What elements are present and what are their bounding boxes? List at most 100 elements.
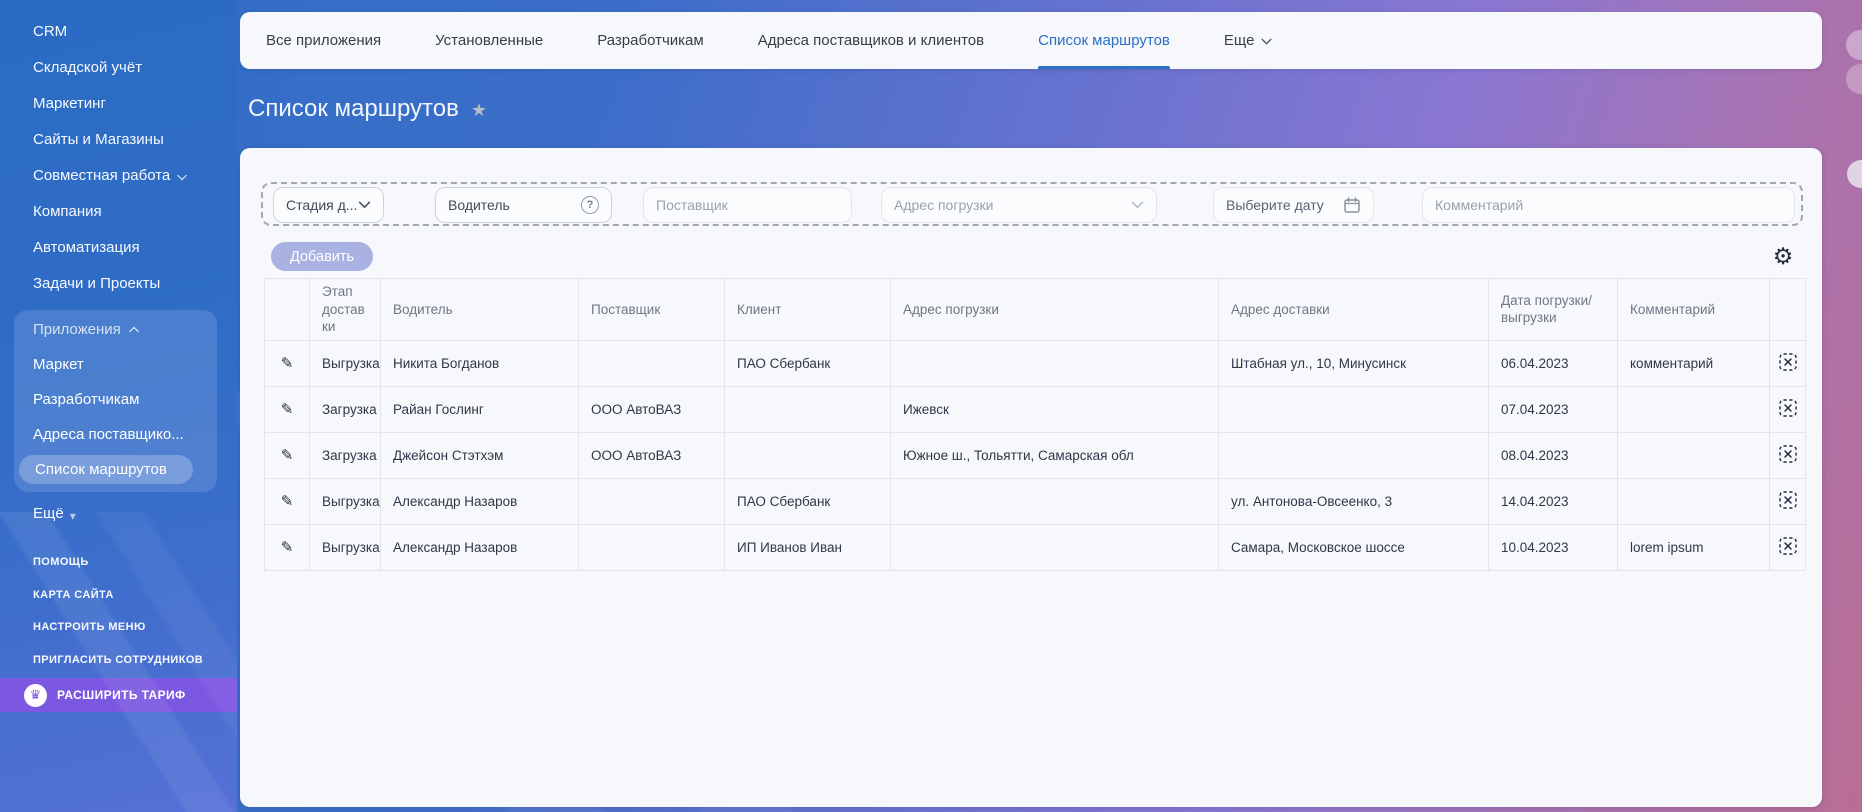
edge-widget-button[interactable] — [1846, 30, 1862, 60]
favorite-star-icon[interactable]: ★ — [471, 100, 487, 121]
date-filter[interactable]: Выберите дату — [1213, 187, 1374, 223]
header-delivery-address: Адрес доставки — [1219, 279, 1489, 341]
comment-filter — [1422, 187, 1795, 223]
edit-icon[interactable]: ✎ — [281, 354, 294, 372]
edge-widget-button[interactable] — [1846, 64, 1862, 94]
sidebar-item-crm[interactable]: CRM — [0, 14, 237, 50]
cell-client: ПАО Сбербанк — [725, 478, 891, 524]
sidebar-item-label: Компания — [33, 194, 102, 230]
sidebar-item-routes[interactable]: Список маршрутов — [19, 455, 193, 484]
content-panel: Стадия д... ? Адрес погрузки Выберите да… — [240, 148, 1822, 807]
customize-menu-link[interactable]: НАСТРОИТЬ МЕНЮ — [0, 611, 237, 644]
cell-stage: Выгрузка — [310, 524, 381, 570]
chevron-down-icon — [358, 201, 371, 209]
sidebar-item-developers[interactable]: Разработчикам — [14, 382, 217, 417]
sitemap-link[interactable]: КАРТА САЙТА — [0, 579, 237, 612]
cell-delivery-address — [1219, 386, 1489, 432]
edit-icon[interactable]: ✎ — [281, 400, 294, 418]
settings-gear-icon[interactable]: ⚙ — [1767, 240, 1799, 272]
delete-icon[interactable] — [1778, 536, 1798, 556]
cell-driver: Александр Назаров — [381, 524, 579, 570]
cell-client: ПАО Сбербанк — [725, 340, 891, 386]
stage-filter[interactable]: Стадия д... — [273, 187, 384, 223]
sidebar-item-collaboration[interactable]: Совместная работа — [0, 158, 237, 194]
sidebar-item-company[interactable]: Компания — [0, 194, 237, 230]
cell-driver: Райан Гослинг — [381, 386, 579, 432]
invite-employees-link[interactable]: ПРИГЛАСИТЬ СОТРУДНИКОВ — [0, 644, 237, 677]
sidebar-item-more[interactable]: Ещё ▾ — [0, 497, 237, 531]
header-delete-column — [1770, 279, 1806, 341]
sidebar-item-market[interactable]: Маркет — [14, 347, 217, 382]
tab-installed[interactable]: Установленные — [435, 12, 543, 69]
header-comment: Комментарий — [1618, 279, 1770, 341]
table-row[interactable]: ✎ Загрузка Райан Гослинг ООО АвтоВАЗ Иже… — [265, 386, 1806, 432]
edit-icon[interactable]: ✎ — [281, 492, 294, 510]
page-title-text: Список маршрутов — [248, 95, 459, 123]
sidebar-item-sites[interactable]: Сайты и Магазины — [0, 122, 237, 158]
table-row[interactable]: ✎ Выгрузка Никита Богданов ПАО Сбербанк … — [265, 340, 1806, 386]
sidebar-item-addresses[interactable]: Адреса поставщико... — [14, 417, 217, 452]
table-header-row: Этап доставки Водитель Поставщик Клиент … — [265, 279, 1806, 341]
tab-more[interactable]: Еще — [1224, 12, 1273, 69]
sidebar-item-label: Разработчикам — [33, 391, 139, 408]
tab-routes[interactable]: Список маршрутов — [1038, 12, 1170, 69]
cell-driver: Никита Богданов — [381, 340, 579, 386]
sidebar-item-label: Задачи и Проекты — [33, 266, 160, 302]
table-row[interactable]: ✎ Выгрузка Александр Назаров ПАО Сбербан… — [265, 478, 1806, 524]
upgrade-plan-button[interactable]: ♛ РАСШИРИТЬ ТАРИФ — [0, 678, 237, 712]
load-address-filter[interactable]: Адрес погрузки — [881, 187, 1157, 223]
sidebar-apps-group: Приложения Маркет Разработчикам Адреса п… — [14, 310, 217, 492]
group-header-label: Приложения — [33, 312, 121, 347]
cell-client: ИП Иванов Иван — [725, 524, 891, 570]
cell-driver: Джейсон Стэтхэм — [381, 432, 579, 478]
cell-delivery-address — [1219, 432, 1489, 478]
help-icon[interactable]: ? — [581, 196, 599, 214]
cell-date: 08.04.2023 — [1489, 432, 1618, 478]
chevron-down-icon — [177, 174, 187, 181]
delete-icon[interactable] — [1778, 444, 1798, 464]
edit-icon[interactable]: ✎ — [281, 538, 294, 556]
edit-icon[interactable]: ✎ — [281, 446, 294, 464]
supplier-filter-input[interactable] — [656, 197, 839, 213]
delete-icon[interactable] — [1778, 352, 1798, 372]
sidebar-item-tasks[interactable]: Задачи и Проекты — [0, 266, 237, 302]
cell-client — [725, 432, 891, 478]
sidebar-item-label: CRM — [33, 14, 67, 50]
tab-developers[interactable]: Разработчикам — [597, 12, 703, 69]
help-link[interactable]: ПОМОЩЬ — [0, 546, 237, 579]
chevron-up-icon — [129, 326, 139, 333]
tab-label: Все приложения — [266, 32, 381, 49]
edge-widget-button[interactable] — [1847, 160, 1862, 188]
sidebar-item-automation[interactable]: Автоматизация — [0, 230, 237, 266]
comment-filter-input[interactable] — [1435, 197, 1782, 213]
tab-addresses[interactable]: Адреса поставщиков и клиентов — [758, 12, 984, 69]
filter-bar: Стадия д... ? Адрес погрузки Выберите да… — [261, 182, 1803, 226]
sidebar-item-label: Список маршрутов — [35, 461, 167, 478]
sidebar-group-apps[interactable]: Приложения — [14, 312, 217, 347]
chevron-down-icon — [1261, 38, 1272, 45]
tab-all-apps[interactable]: Все приложения — [266, 12, 381, 69]
tab-label: Разработчикам — [597, 32, 703, 49]
supplier-filter — [643, 187, 852, 223]
sidebar-item-marketing[interactable]: Маркетинг — [0, 86, 237, 122]
sidebar-item-label: Маркетинг — [33, 86, 106, 122]
stage-filter-label: Стадия д... — [286, 197, 357, 213]
sidebar-item-label: Адреса поставщико... — [33, 426, 184, 443]
table-row[interactable]: ✎ Загрузка Джейсон Стэтхэм ООО АвтоВАЗ Ю… — [265, 432, 1806, 478]
sidebar: CRM Складской учёт Маркетинг Сайты и Маг… — [0, 0, 237, 812]
sidebar-item-label: Автоматизация — [33, 230, 140, 266]
add-button[interactable]: Добавить — [271, 242, 373, 271]
delete-icon[interactable] — [1778, 490, 1798, 510]
date-filter-label: Выберите дату — [1226, 197, 1324, 213]
delete-icon[interactable] — [1778, 398, 1798, 418]
sidebar-item-label: Маркет — [33, 356, 84, 373]
sidebar-item-label: Сайты и Магазины — [33, 122, 164, 158]
cell-delivery-address: ул. Антонова-Овсеенко, 3 — [1219, 478, 1489, 524]
cell-date: 10.04.2023 — [1489, 524, 1618, 570]
sidebar-item-warehouse[interactable]: Складской учёт — [0, 50, 237, 86]
cell-comment — [1618, 386, 1770, 432]
cell-delivery-address: Штабная ул., 10, Минусинск — [1219, 340, 1489, 386]
driver-filter-input[interactable] — [448, 197, 581, 213]
sidebar-item-label: Ещё — [33, 497, 64, 531]
table-row[interactable]: ✎ Выгрузка Александр Назаров ИП Иванов И… — [265, 524, 1806, 570]
